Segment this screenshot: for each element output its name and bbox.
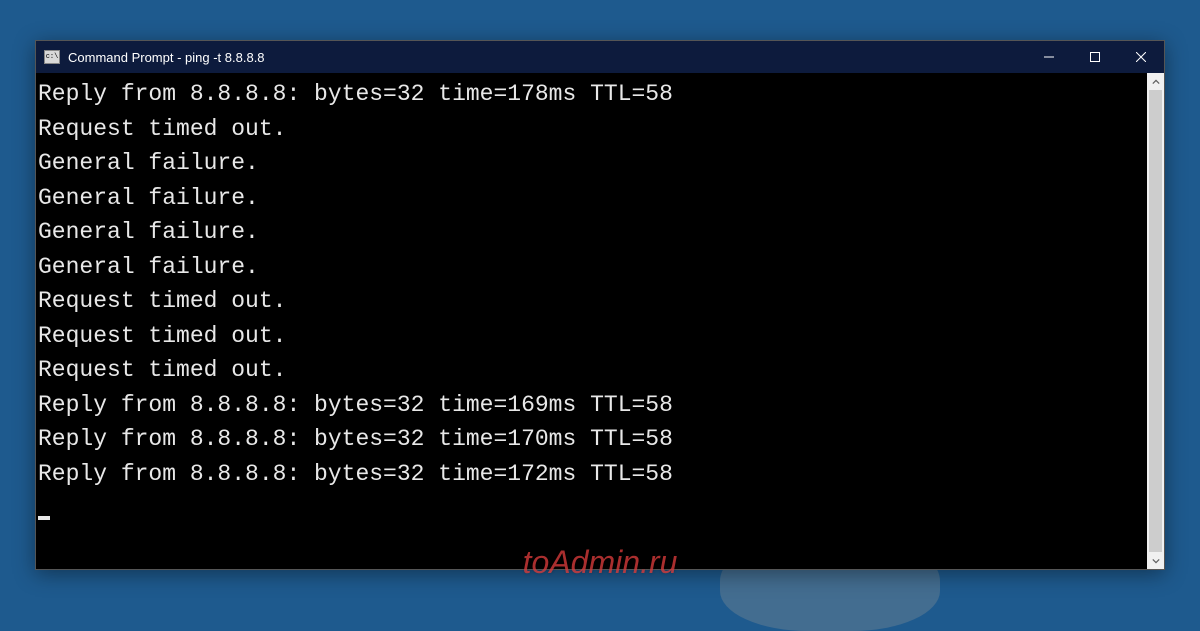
cursor — [38, 516, 50, 520]
terminal-line: Request timed out. — [38, 284, 1145, 319]
content-area: Reply from 8.8.8.8: bytes=32 time=178ms … — [36, 73, 1164, 569]
maximize-icon — [1090, 52, 1100, 62]
terminal-line: General failure. — [38, 250, 1145, 285]
minimize-icon — [1044, 52, 1054, 62]
close-button[interactable] — [1118, 41, 1164, 73]
titlebar[interactable]: Command Prompt - ping -t 8.8.8.8 — [36, 41, 1164, 73]
scroll-thumb[interactable] — [1149, 90, 1162, 552]
terminal-line: Request timed out. — [38, 112, 1145, 147]
scroll-track[interactable] — [1147, 90, 1164, 552]
terminal-line: General failure. — [38, 215, 1145, 250]
chevron-down-icon — [1152, 557, 1160, 565]
terminal-line: Request timed out. — [38, 319, 1145, 354]
command-prompt-window: Command Prompt - ping -t 8.8.8.8 Reply f… — [35, 40, 1165, 570]
close-icon — [1136, 52, 1146, 62]
terminal-line: Reply from 8.8.8.8: bytes=32 time=172ms … — [38, 457, 1145, 492]
window-controls — [1026, 41, 1164, 73]
scrollbar[interactable] — [1147, 73, 1164, 569]
terminal-cursor-line — [38, 491, 1145, 526]
terminal-line: General failure. — [38, 181, 1145, 216]
terminal-line: Reply from 8.8.8.8: bytes=32 time=170ms … — [38, 422, 1145, 457]
terminal-line: Request timed out. — [38, 353, 1145, 388]
minimize-button[interactable] — [1026, 41, 1072, 73]
scroll-up-button[interactable] — [1147, 73, 1164, 90]
terminal-line: Reply from 8.8.8.8: bytes=32 time=169ms … — [38, 388, 1145, 423]
terminal-output[interactable]: Reply from 8.8.8.8: bytes=32 time=178ms … — [36, 73, 1147, 569]
chevron-up-icon — [1152, 78, 1160, 86]
terminal-line: General failure. — [38, 146, 1145, 181]
terminal-line: Reply from 8.8.8.8: bytes=32 time=178ms … — [38, 77, 1145, 112]
maximize-button[interactable] — [1072, 41, 1118, 73]
window-title: Command Prompt - ping -t 8.8.8.8 — [68, 50, 1026, 65]
scroll-down-button[interactable] — [1147, 552, 1164, 569]
cmd-icon — [44, 50, 60, 64]
